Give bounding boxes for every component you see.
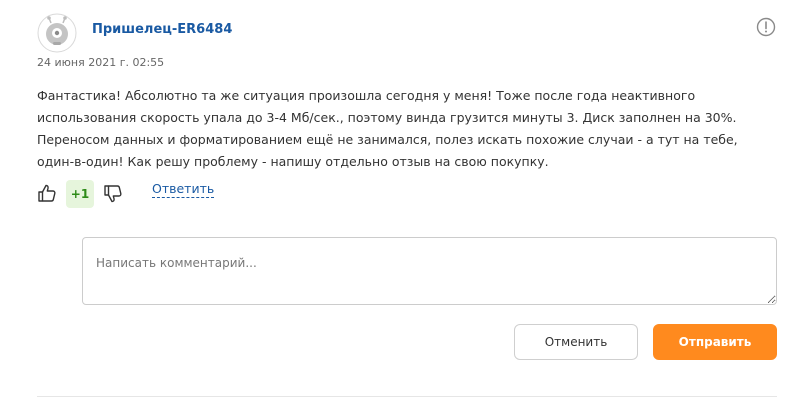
submit-button[interactable]: Отправить (653, 324, 777, 360)
thumbs-down-icon[interactable] (102, 183, 124, 205)
avatar (37, 13, 77, 53)
vote-score: +1 (66, 180, 94, 208)
reply-link[interactable]: Ответить (152, 181, 215, 198)
comment-input[interactable] (82, 237, 777, 305)
author-name[interactable]: Пришелец-ER6484 (92, 22, 232, 37)
exclamation-circle-icon[interactable] (756, 17, 776, 37)
divider (37, 396, 777, 397)
review-date: 24 июня 2021 г. 02:55 (37, 56, 165, 69)
thumbs-up-icon[interactable] (36, 182, 58, 204)
cancel-button[interactable]: Отменить (514, 324, 638, 360)
review-text: Фантастика! Абсолютно та же ситуация про… (37, 88, 738, 169)
